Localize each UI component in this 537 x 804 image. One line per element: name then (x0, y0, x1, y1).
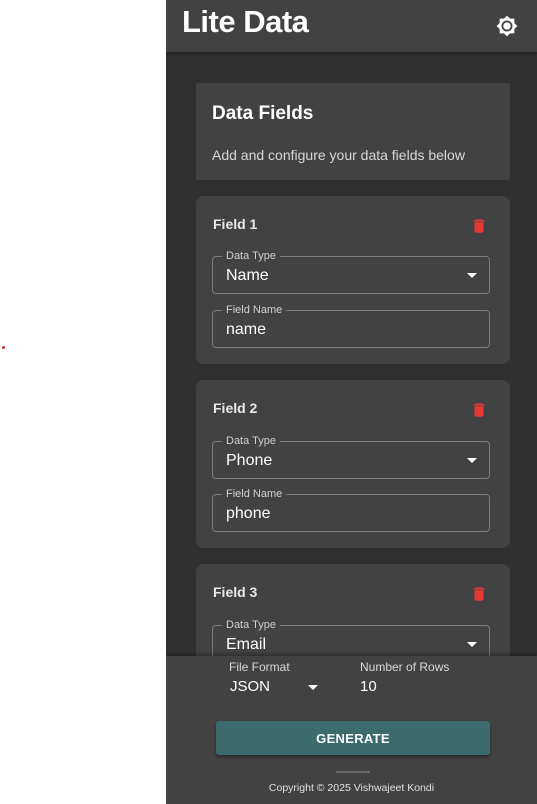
divider (336, 771, 370, 773)
app-title: Lite Data (182, 4, 309, 39)
field-name-value: phone (226, 505, 271, 522)
data-type-select[interactable]: Data Type Name (212, 249, 490, 294)
trash-icon (473, 403, 485, 417)
delete-field-button[interactable] (470, 400, 488, 420)
data-fields-header-card: Data Fields Add and configure your data … (196, 83, 510, 180)
data-type-value: Email (226, 636, 267, 653)
field-title: Field 3 (213, 584, 258, 600)
brightness-icon (496, 15, 518, 37)
section-title: Data Fields (212, 103, 314, 124)
field-name-value: name (226, 321, 267, 338)
field-name-label: Field Name (222, 303, 287, 317)
data-type-value: Name (226, 267, 269, 284)
trash-icon (473, 219, 485, 233)
app-panel: Lite Data Data Fields Add and configure … (166, 0, 537, 804)
bottom-bar: File Format JSON Number of Rows 10 GENER… (166, 656, 537, 804)
theme-toggle-button[interactable] (493, 12, 521, 40)
field-title: Field 1 (213, 216, 258, 232)
rows-input[interactable]: 10 (360, 678, 377, 695)
data-type-select[interactable]: Data Type Email (212, 618, 490, 656)
file-format-label: File Format (229, 660, 290, 674)
field-name-input[interactable]: Field Name name (212, 303, 490, 348)
rows-label: Number of Rows (360, 660, 450, 674)
field-name-input[interactable]: Field Name phone (212, 487, 490, 532)
data-type-label: Data Type (222, 618, 280, 632)
fields-scroll-area[interactable]: Data Fields Add and configure your data … (166, 52, 537, 656)
trash-icon (473, 587, 485, 601)
dropdown-arrow-icon (467, 273, 477, 278)
data-type-value: Phone (226, 452, 273, 469)
field-title: Field 2 (213, 400, 258, 416)
delete-field-button[interactable] (470, 584, 488, 604)
field-card: Field 1 Data Type Name Field Name name (196, 196, 510, 364)
data-type-select[interactable]: Data Type Phone (212, 434, 490, 479)
field-card: Field 2 Data Type Phone Field Name phone (196, 380, 510, 548)
field-card: Field 3 Data Type Email (196, 564, 510, 656)
stray-dot (2, 346, 5, 349)
file-format-select[interactable]: JSON (230, 678, 270, 695)
field-name-label: Field Name (222, 487, 287, 501)
generate-button[interactable]: GENERATE (216, 721, 490, 755)
section-subtitle: Add and configure your data fields below (212, 147, 465, 163)
file-format-dropdown-icon[interactable] (308, 685, 318, 690)
dropdown-arrow-icon (467, 642, 477, 647)
data-type-label: Data Type (222, 249, 280, 263)
app-bar: Lite Data (166, 0, 537, 52)
copyright-text: Copyright © 2025 Vishwajeet Kondi (268, 782, 435, 794)
dropdown-arrow-icon (467, 458, 477, 463)
data-type-label: Data Type (222, 434, 280, 448)
delete-field-button[interactable] (470, 216, 488, 236)
